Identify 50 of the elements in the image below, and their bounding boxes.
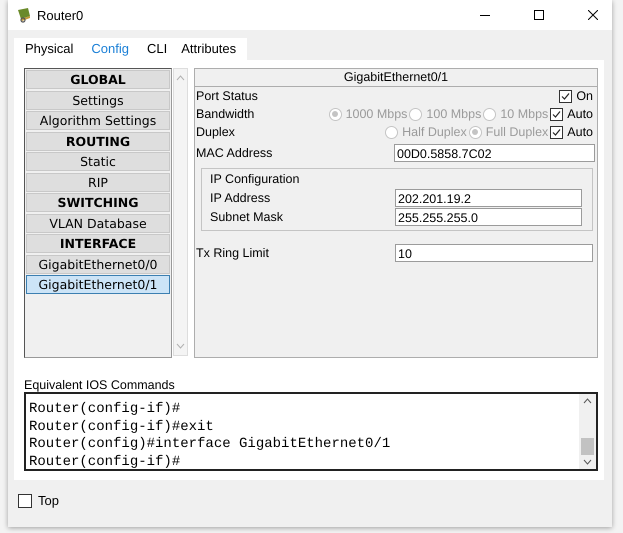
field-label: Subnet Mask bbox=[210, 210, 283, 224]
section-header: INTERFACE bbox=[26, 234, 170, 253]
sidebar-item[interactable]: GigabitEthernet0/0 bbox=[26, 254, 170, 274]
window-title: Router0 bbox=[37, 8, 84, 22]
field-label: MAC Address bbox=[196, 146, 272, 160]
sidebar-item[interactable]: Algorithm Settings bbox=[26, 111, 170, 130]
checkbox[interactable] bbox=[18, 494, 32, 508]
radio-label: Full Duplex bbox=[486, 125, 548, 139]
field-label: Bandwidth bbox=[196, 107, 254, 121]
close-icon[interactable] bbox=[588, 10, 598, 20]
console-label: Equivalent IOS Commands bbox=[24, 378, 176, 392]
section-header: SWITCHING bbox=[26, 193, 170, 212]
tab[interactable]: CLI bbox=[140, 38, 174, 60]
sidebar-item[interactable]: GigabitEthernet0/1 bbox=[26, 275, 170, 294]
tab[interactable]: Attributes bbox=[174, 38, 244, 60]
checkbox-label: Top bbox=[38, 493, 59, 508]
input-field[interactable]: 10 bbox=[395, 244, 593, 262]
console-line: Router(config)#interface GigabitEthernet0/1 bbox=[29, 436, 392, 454]
radio-label: 100 Mbps bbox=[426, 107, 482, 121]
sidebar-item[interactable]: Settings bbox=[26, 90, 170, 110]
scroll-down-icon[interactable] bbox=[583, 459, 592, 465]
tab[interactable]: Physical bbox=[18, 38, 80, 60]
console-line: Router(config-if)# bbox=[29, 401, 182, 418]
panel-title: GigabitEthernet0/1 bbox=[195, 69, 597, 87]
scroll-up-icon[interactable] bbox=[583, 398, 592, 404]
sidebar-item[interactable]: RIP bbox=[26, 172, 170, 192]
field-label: Port Status bbox=[196, 89, 258, 103]
radio-label: 10 Mbps bbox=[500, 107, 548, 121]
checkbox-label: Auto bbox=[567, 125, 593, 139]
console-line: Router(config-if)# bbox=[29, 454, 182, 471]
sidebar-item[interactable]: Static bbox=[26, 152, 170, 171]
sidebar-item[interactable]: VLAN Database bbox=[26, 214, 170, 232]
scrollbar-thumb[interactable] bbox=[581, 438, 594, 455]
field-label: Tx Ring Limit bbox=[196, 246, 269, 260]
checkbox-label: On bbox=[576, 89, 593, 103]
checkbox[interactable] bbox=[559, 90, 572, 102]
input-field[interactable]: 255.255.255.0 bbox=[395, 208, 582, 226]
radio-label: 1000 Mbps bbox=[346, 107, 408, 121]
group-title: IP Configuration bbox=[210, 172, 300, 188]
field-label: Duplex bbox=[196, 125, 235, 139]
router-icon bbox=[16, 7, 32, 23]
section-header: ROUTING bbox=[26, 132, 170, 150]
section-header: GLOBAL bbox=[26, 70, 170, 89]
input-field[interactable]: 202.201.19.2 bbox=[395, 188, 582, 206]
console-line: Router(config-if)#exit bbox=[29, 418, 215, 436]
input-field[interactable]: 00D0.5858.7C02 bbox=[394, 144, 595, 162]
radio-label: Half Duplex bbox=[402, 125, 467, 139]
checkbox-label: Auto bbox=[567, 107, 593, 121]
field-label: IP Address bbox=[210, 190, 270, 204]
maximize-icon[interactable] bbox=[534, 10, 544, 20]
